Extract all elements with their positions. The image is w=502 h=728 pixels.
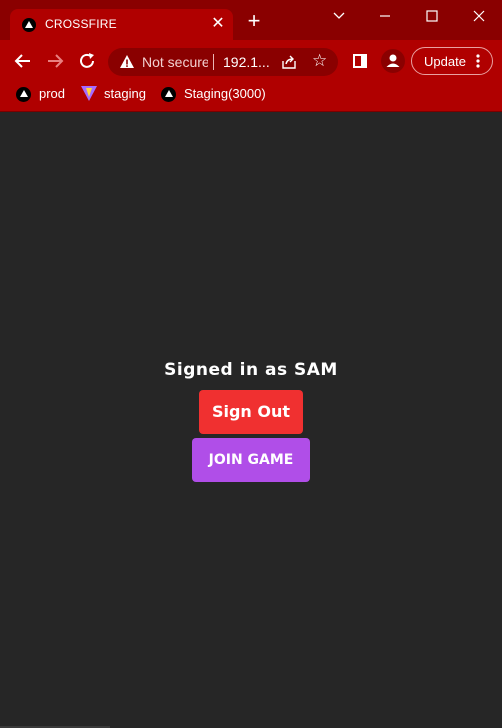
close-icon[interactable] (464, 4, 494, 28)
browser-chrome: CROSSFIRE ✕ + Not secure 192.1... ☆ Upda… (0, 0, 502, 112)
new-tab-button[interactable]: + (244, 10, 264, 32)
back-arrow-icon[interactable] (12, 50, 34, 72)
signed-in-status: Signed in as SAM (164, 360, 338, 380)
browser-toolbar: Not secure 192.1... ☆ Update (0, 40, 502, 82)
triangle-logo-icon (16, 87, 31, 102)
bookmarks-bar: prod staging Staging(3000) (0, 82, 502, 108)
update-label: Update (424, 54, 466, 69)
warning-icon[interactable] (119, 54, 135, 70)
bookmark-star-icon[interactable]: ☆ (312, 52, 330, 70)
triangle-logo-icon (22, 18, 36, 32)
triangle-logo-icon (161, 87, 176, 102)
tab-title: CROSSFIRE (45, 17, 117, 31)
bookmark-label: prod (39, 86, 66, 101)
vite-logo-icon (81, 85, 97, 102)
bookmark-label: staging (104, 86, 146, 101)
page-content: Signed in as SAM Sign Out JOIN GAME (0, 112, 502, 728)
maximize-icon[interactable] (417, 4, 447, 28)
more-menu-icon[interactable] (476, 52, 480, 70)
side-panel-icon[interactable] (353, 54, 367, 68)
forward-arrow-icon[interactable] (44, 50, 66, 72)
minimize-icon[interactable] (370, 4, 400, 28)
join-game-button[interactable]: JOIN GAME (192, 438, 310, 482)
sign-out-button[interactable]: Sign Out (199, 390, 303, 434)
close-tab-icon[interactable]: ✕ (210, 15, 226, 33)
tab-crossfire[interactable]: CROSSFIRE ✕ (10, 9, 233, 40)
profile-avatar[interactable] (381, 49, 405, 73)
tab-strip: CROSSFIRE ✕ + (0, 0, 502, 40)
not-secure-label[interactable]: Not secure (142, 54, 208, 70)
chevron-down-icon[interactable] (324, 4, 354, 28)
person-icon (386, 54, 400, 67)
omnibox-divider (213, 54, 214, 70)
address-bar[interactable]: Not secure 192.1... ☆ (108, 48, 338, 76)
url-text[interactable]: 192.1... (223, 54, 270, 70)
update-button[interactable]: Update (411, 47, 493, 75)
bookmark-label: Staging(3000) (184, 86, 266, 101)
reload-icon[interactable] (76, 50, 98, 72)
share-icon[interactable] (280, 53, 298, 71)
